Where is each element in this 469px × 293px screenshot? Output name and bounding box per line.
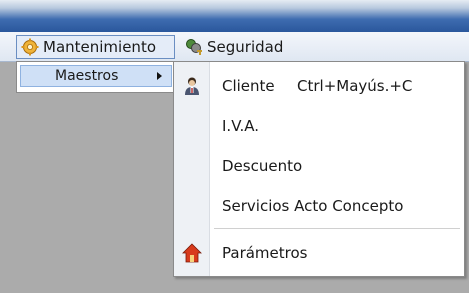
menu-separator xyxy=(214,228,460,229)
menu-item-cliente[interactable]: Cliente Ctrl+Mayús.+C xyxy=(174,70,464,102)
menu-item-descuento[interactable]: Descuento xyxy=(174,150,464,182)
menu-mantenimiento-label: Mantenimiento xyxy=(43,38,156,56)
menu-item-parametros-label: Parámetros xyxy=(222,244,308,262)
maestros-submenu: Cliente Ctrl+Mayús.+C I.V.A. Descuento S… xyxy=(173,61,465,277)
menu-item-maestros[interactable]: Maestros xyxy=(20,65,172,87)
menu-mantenimiento[interactable]: Mantenimiento xyxy=(16,35,175,59)
menu-item-descuento-label: Descuento xyxy=(222,157,303,175)
person-icon xyxy=(185,77,199,95)
home-icon xyxy=(182,243,202,263)
menu-item-iva-label: I.V.A. xyxy=(222,117,260,135)
submenu-arrow-icon xyxy=(157,72,162,80)
menu-bar: Mantenimiento Seguridad xyxy=(0,32,469,62)
gear-icon xyxy=(21,38,39,56)
menu-item-cliente-shortcut: Ctrl+Mayús.+C xyxy=(297,77,413,95)
menu-item-parametros[interactable]: Parámetros xyxy=(174,237,464,269)
mantenimiento-dropdown: Maestros xyxy=(16,61,176,93)
menu-item-cliente-label: Cliente xyxy=(222,77,275,95)
menu-item-servicios-acto-concepto[interactable]: Servicios Acto Concepto xyxy=(174,190,464,222)
menu-item-servicios-label: Servicios Acto Concepto xyxy=(222,197,404,215)
menu-item-maestros-label: Maestros xyxy=(55,68,119,84)
menu-seguridad-label: Seguridad xyxy=(207,38,284,56)
window-title-bar xyxy=(0,0,469,32)
menu-seguridad[interactable]: Seguridad xyxy=(181,35,321,59)
keys-icon xyxy=(186,39,202,55)
menu-item-iva[interactable]: I.V.A. xyxy=(174,110,464,142)
